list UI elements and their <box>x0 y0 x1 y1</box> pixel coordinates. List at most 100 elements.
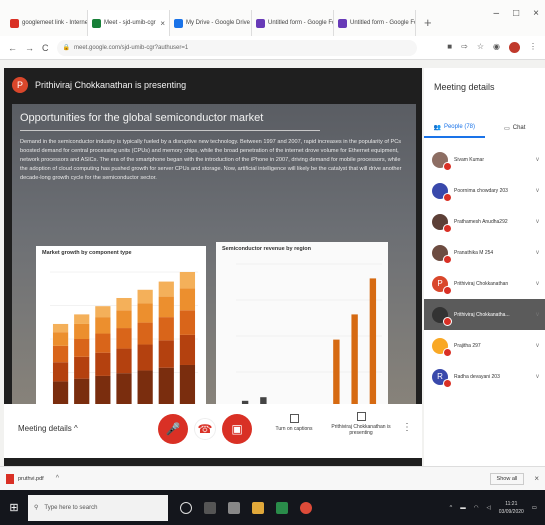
browser-tab[interactable]: Untitled form - Google Fo× <box>252 10 334 36</box>
meeting-details-button[interactable]: Meeting details ^ <box>18 424 78 433</box>
people-panel: Meeting details 👥 People (78) ▭ Chat Siv… <box>424 68 545 466</box>
close-window-icon[interactable]: × <box>533 8 539 19</box>
chevron-up-icon[interactable]: ^ <box>450 505 453 511</box>
more-options-button[interactable]: ⋮ <box>402 422 412 433</box>
bar-segment <box>116 373 132 406</box>
wifi-icon[interactable]: ◠ <box>474 505 479 511</box>
windows-start-icon[interactable]: ⊞ <box>0 490 28 525</box>
participant-avatar <box>432 244 452 264</box>
bar-segment <box>158 317 174 341</box>
back-button[interactable]: ← <box>8 43 17 53</box>
tab-label: Meet - sjd-umib-cgr <box>104 20 156 26</box>
bar-segment <box>137 370 153 406</box>
participant-avatar <box>432 306 452 326</box>
taskbar-search[interactable]: ⚲ Type here to search <box>28 494 168 521</box>
show-all-button[interactable]: Show all <box>489 472 525 485</box>
minimize-icon[interactable]: – <box>494 8 500 19</box>
chevron-up-icon[interactable]: ^ <box>56 475 59 482</box>
chevron-down-icon[interactable]: v <box>536 281 539 287</box>
presenter-bar: P Prithiviraj Chokkanathan is presenting <box>4 68 422 102</box>
tab-label: Untitled form - Google Fo <box>350 20 416 26</box>
bar-segment <box>52 323 69 333</box>
chevron-down-icon[interactable]: v <box>536 374 539 380</box>
forward-button[interactable]: → <box>25 43 34 53</box>
participant-row[interactable]: Poornima chowdary 203 v <box>424 175 545 206</box>
participant-row[interactable]: Prajitha 297 v <box>424 330 545 361</box>
bar-segment <box>369 278 377 408</box>
tab-chat[interactable]: ▭ Chat <box>485 118 545 138</box>
bar-segment <box>52 381 69 406</box>
captions-label: Turn on captions <box>275 426 313 432</box>
bar-segment <box>116 310 132 329</box>
chevron-down-icon[interactable]: v <box>536 250 539 256</box>
tab-people-label: People (78) <box>443 124 475 130</box>
share-icon[interactable]: ⇨ <box>461 42 468 53</box>
store-icon[interactable] <box>228 501 240 514</box>
leave-call-button[interactable]: ☎ <box>194 418 216 440</box>
presenting-button[interactable]: Prithiviraj Chokkanathan is presenting <box>326 412 396 436</box>
profile-avatar[interactable] <box>509 42 520 53</box>
chart2-title: Semiconductor revenue by region <box>222 246 311 252</box>
task-view-icon[interactable] <box>204 501 216 514</box>
clock-date: 03/09/2020 <box>498 508 524 515</box>
url-input[interactable]: 🔒 meet.google.com/sjd-umib-cgr?authuser=… <box>56 39 417 56</box>
participant-row[interactable]: Prathamesh Anudha292 v <box>424 206 545 237</box>
tab-people[interactable]: 👥 People (78) <box>424 118 485 138</box>
star-icon[interactable]: ☆ <box>477 42 484 53</box>
participant-avatar <box>432 337 452 357</box>
bar-segment <box>52 332 69 346</box>
bar-segment <box>137 303 153 323</box>
clock[interactable]: 11:21 03/09/2020 <box>499 500 524 516</box>
chevron-down-icon[interactable]: v <box>536 312 539 318</box>
captions-button[interactable]: Turn on captions <box>264 414 324 432</box>
slide-body: Demand in the semiconductor industry is … <box>20 139 402 181</box>
taskbar-apps <box>180 501 312 514</box>
participant-row[interactable]: Pranathika M 254 v <box>424 237 545 268</box>
download-item[interactable]: pruthvi.pdf ^ <box>6 473 59 484</box>
camera-icon[interactable]: ■ <box>447 42 452 53</box>
chevron-down-icon[interactable]: v <box>536 343 539 349</box>
address-bar: ← → C 🔒 meet.google.com/sjd-umib-cgr?aut… <box>0 36 545 60</box>
participant-name: Pranathika M 254 <box>454 249 494 256</box>
mic-button[interactable]: 🎤 <box>158 414 188 444</box>
notifications-icon[interactable]: ▭ <box>532 505 537 511</box>
browser-tabstrip: googlemeet link - Internet×Meet - sjd-um… <box>0 0 545 36</box>
browser-tab[interactable]: My Drive - Google Drive× <box>170 10 252 36</box>
participant-avatar <box>432 213 452 233</box>
new-tab-button[interactable]: + <box>416 15 440 36</box>
participant-row[interactable]: R Radha devayani 203 v <box>424 361 545 392</box>
presenter-avatar: P <box>12 77 28 93</box>
browser-tab[interactable]: googlemeet link - Internet× <box>6 10 88 36</box>
participant-row[interactable]: P Prithiviraj Chokkanathan v <box>424 268 545 299</box>
browser-tab[interactable]: Meet - sjd-umib-cgr × <box>88 10 170 36</box>
chevron-down-icon[interactable]: v <box>536 188 539 194</box>
chart1-svg <box>50 271 198 407</box>
volume-icon[interactable]: ◁ <box>487 505 491 511</box>
mic-muted-icon <box>443 192 452 202</box>
participant-row[interactable]: Sivam Kumar v <box>424 144 545 175</box>
cortana-icon[interactable] <box>180 501 192 514</box>
mic-muted-icon <box>443 316 452 326</box>
app-icon[interactable] <box>276 501 288 514</box>
bar-segment <box>116 297 132 311</box>
extension-icon[interactable]: ◉ <box>493 42 500 53</box>
battery-icon[interactable]: ▬ <box>460 505 466 511</box>
participant-name: Sivam Kumar <box>454 156 485 163</box>
reload-button[interactable]: C <box>42 43 49 53</box>
chevron-up-icon: ^ <box>74 424 78 433</box>
chrome-icon[interactable] <box>300 501 312 514</box>
browser-tab[interactable]: Untitled form - Google Fo× <box>334 10 416 36</box>
menu-icon[interactable]: ⋮ <box>529 42 537 53</box>
close-tab-icon[interactable]: × <box>160 19 165 28</box>
maximize-icon[interactable]: □ <box>513 8 519 19</box>
chevron-down-icon[interactable]: v <box>536 157 539 163</box>
bar-segment <box>95 375 111 406</box>
close-download-bar-button[interactable]: × <box>534 474 539 483</box>
file-explorer-icon[interactable] <box>252 501 264 514</box>
chevron-down-icon[interactable]: v <box>536 219 539 225</box>
participant-row[interactable]: Prithiviraj Chokkanatha... v <box>424 299 545 330</box>
mic-muted-icon <box>443 161 452 171</box>
clock-time: 11:21 <box>505 500 518 507</box>
camera-button[interactable]: ▣ <box>222 414 252 444</box>
participant-name: Prathamesh Anudha292 <box>454 218 508 225</box>
